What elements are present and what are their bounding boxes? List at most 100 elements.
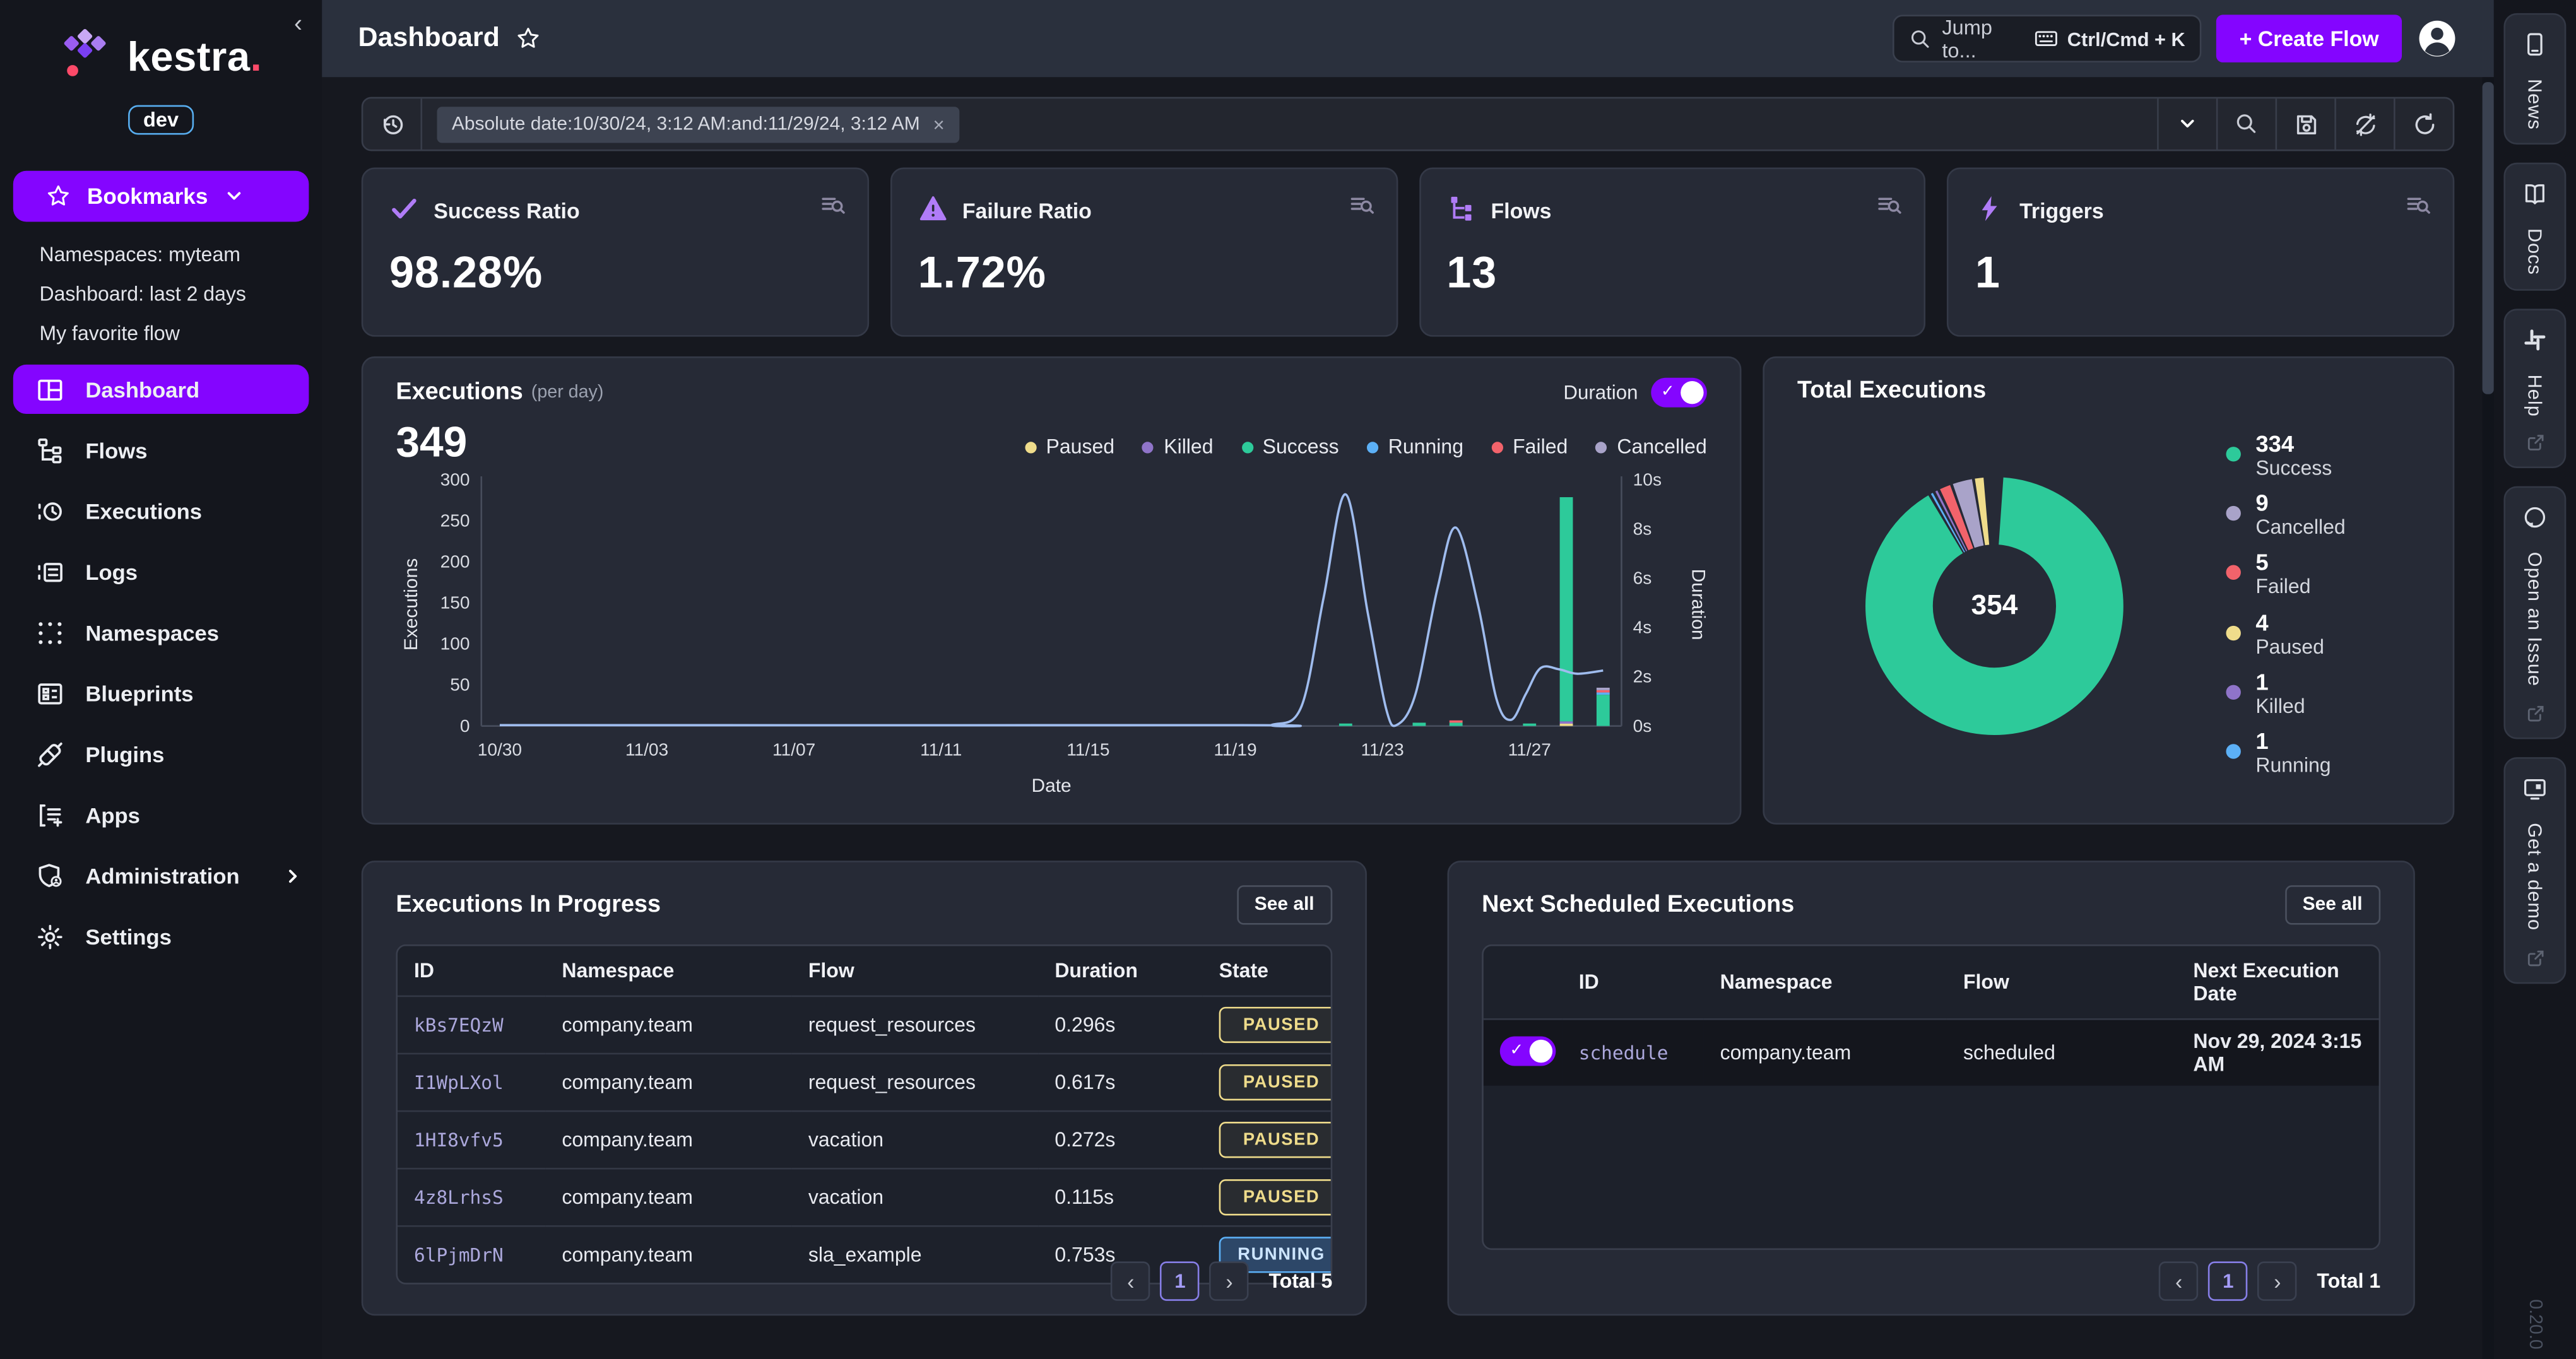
- prev-page-button[interactable]: ‹: [1111, 1261, 1150, 1300]
- table-row[interactable]: ✓schedulecompany.teamscheduledNov 29, 20…: [1484, 1019, 2379, 1085]
- filter-expand-button[interactable]: [2157, 98, 2216, 150]
- scrollbar-thumb[interactable]: [2483, 82, 2494, 394]
- page-number-button[interactable]: 1: [2209, 1261, 2248, 1300]
- stat-card-triggers[interactable]: Triggers1: [1947, 168, 2455, 337]
- next-page-button[interactable]: ›: [1210, 1261, 1249, 1300]
- bookmark-link-namespaces-myteam[interactable]: Namespaces: myteam: [39, 243, 322, 266]
- bookmark-link-my-favorite-flow[interactable]: My favorite flow: [39, 322, 322, 344]
- total-executions-legend: 334Success 9Cancelled 5Failed 4Paused 1Kille…: [2226, 430, 2419, 777]
- page-number-button[interactable]: 1: [1161, 1261, 1200, 1300]
- donut-legend-item-failed[interactable]: 5Failed: [2226, 549, 2419, 599]
- legend-item-killed[interactable]: Killed: [1142, 435, 1213, 458]
- list-search-icon[interactable]: [1877, 192, 1903, 219]
- sidebar-item-executions[interactable]: Executions: [13, 486, 309, 536]
- rail-button-get-a-demo[interactable]: Get a demo: [2503, 758, 2566, 984]
- search-icon: [1909, 27, 1932, 50]
- refresh-button[interactable]: [2394, 98, 2453, 150]
- execution-id-link[interactable]: 1HI8vfv5: [398, 1111, 545, 1168]
- rail-button-help[interactable]: Help: [2503, 308, 2566, 469]
- sidebar-item-settings[interactable]: Settings: [13, 912, 309, 961]
- rail-button-open-an-issue[interactable]: Open an Issue: [2503, 487, 2566, 740]
- filter-search-button[interactable]: [2216, 98, 2276, 150]
- legend-item-failed[interactable]: Failed: [1491, 435, 1568, 458]
- status-badge: PAUSED: [1219, 1179, 1333, 1215]
- stat-card-failure-ratio[interactable]: Failure Ratio1.72%: [890, 168, 1397, 337]
- next-page-button[interactable]: ›: [2258, 1261, 2297, 1300]
- chip-close-icon[interactable]: ×: [933, 112, 945, 135]
- trigger-id-cell[interactable]: schedule: [1563, 1019, 1704, 1085]
- rail-button-news[interactable]: News: [2503, 13, 2566, 145]
- list-search-icon[interactable]: [2405, 192, 2431, 219]
- favorite-star-icon[interactable]: [516, 26, 541, 51]
- donut-legend-item-success[interactable]: 334Success: [2226, 430, 2419, 480]
- sidebar-item-plugins[interactable]: Plugins: [13, 729, 309, 779]
- stat-card-flows[interactable]: Flows13: [1419, 168, 1926, 337]
- prev-page-button[interactable]: ‹: [2159, 1261, 2198, 1300]
- donut-legend-item-cancelled[interactable]: 9Cancelled: [2226, 490, 2419, 539]
- table-row[interactable]: kBs7EQzWcompany.teamrequest_resources0.2…: [398, 996, 1331, 1054]
- in-progress-see-all-button[interactable]: See all: [1236, 885, 1332, 924]
- svg-text:11/27: 11/27: [1508, 740, 1551, 760]
- execution-id-link[interactable]: 4z8LrhsS: [398, 1168, 545, 1226]
- auto-refresh-off-button[interactable]: [2334, 98, 2394, 150]
- donut-legend-item-killed[interactable]: 1Killed: [2226, 668, 2419, 718]
- sidebar-item-apps[interactable]: Apps: [13, 790, 309, 839]
- bookmarks-button[interactable]: Bookmarks: [13, 171, 309, 222]
- filter-history-button[interactable]: [363, 98, 422, 150]
- table-row[interactable]: I1WpLXolcompany.teamrequest_resources0.6…: [398, 1054, 1331, 1111]
- sidebar-item-logs[interactable]: Logs: [13, 547, 309, 596]
- administration-icon: [35, 861, 64, 889]
- table-row[interactable]: 1HI8vfv5company.teamvacation0.272sPAUSED: [398, 1111, 1331, 1168]
- flows-icon: [35, 436, 64, 464]
- legend-dot: [2226, 506, 2240, 521]
- date-filter-chip[interactable]: Absolute date:10/30/24, 3:12 AM:and:11/2…: [437, 106, 959, 142]
- svg-text:11/03: 11/03: [625, 740, 668, 760]
- legend-dot: [2226, 625, 2240, 640]
- legend-item-success[interactable]: Success: [1241, 435, 1339, 458]
- create-flow-button[interactable]: + Create Flow: [2216, 15, 2402, 62]
- search-input[interactable]: Jump to... Ctrl/Cmd + K: [1893, 15, 2201, 62]
- list-search-icon[interactable]: [1348, 192, 1374, 219]
- bookmark-link-dashboard-last-2-days[interactable]: Dashboard: last 2 days: [39, 283, 322, 305]
- duration-toggle[interactable]: ✓: [1651, 378, 1707, 408]
- filter-save-button[interactable]: [2276, 98, 2335, 150]
- sidebar-item-administration[interactable]: Administration: [13, 851, 309, 900]
- donut-legend-item-running[interactable]: 1Running: [2226, 727, 2419, 777]
- executions-icon: [35, 497, 64, 524]
- execution-id-link[interactable]: I1WpLXol: [398, 1054, 545, 1111]
- sidebar-item-namespaces[interactable]: Namespaces: [13, 608, 309, 657]
- svg-text:0: 0: [460, 716, 470, 736]
- column-header-state: State: [1203, 946, 1331, 996]
- execution-id-link[interactable]: kBs7EQzW: [398, 996, 545, 1054]
- logo-word: kestra: [127, 35, 251, 81]
- rail-button-docs[interactable]: Docs: [2503, 163, 2566, 290]
- row-enabled-toggle[interactable]: ✓: [1500, 1035, 1556, 1065]
- scheduled-see-all-button[interactable]: See all: [2284, 885, 2380, 924]
- sidebar-item-dashboard[interactable]: Dashboard: [13, 365, 309, 414]
- table-row[interactable]: 4z8LrhsScompany.teamvacation0.115sPAUSED: [398, 1168, 1331, 1226]
- stat-card-success-ratio[interactable]: Success Ratio98.28%: [362, 168, 869, 337]
- sidebar-collapse-icon[interactable]: ‹: [294, 10, 302, 38]
- flow-cell: scheduled: [1947, 1019, 2177, 1085]
- shortcut-label: Ctrl/Cmd + K: [2067, 27, 2185, 50]
- kestra-logo[interactable]: kestra.: [0, 26, 322, 91]
- kestra-logo-text: kestra.: [127, 38, 263, 79]
- sidebar-item-flows[interactable]: Flows: [13, 425, 309, 474]
- execution-id-link[interactable]: 6lPjmDrN: [398, 1226, 545, 1283]
- in-progress-table: IDNamespaceFlowDurationStatekBs7EQzWcomp…: [398, 946, 1331, 1283]
- donut-legend-item-paused[interactable]: 4Paused: [2226, 609, 2419, 659]
- table-body: kBs7EQzWcompany.teamrequest_resources0.2…: [398, 996, 1331, 1283]
- user-avatar[interactable]: [2416, 18, 2457, 59]
- in-progress-table-panel: IDNamespaceFlowDurationStatekBs7EQzWcomp…: [396, 944, 1332, 1285]
- legend-item-running[interactable]: Running: [1367, 435, 1463, 458]
- filter-chip-area[interactable]: Absolute date:10/30/24, 3:12 AM:and:11/2…: [422, 98, 2157, 150]
- legend-item-cancelled[interactable]: Cancelled: [1596, 435, 1707, 458]
- list-search-icon[interactable]: [819, 192, 846, 219]
- sidebar-item-blueprints[interactable]: Blueprints: [13, 669, 309, 718]
- legend-dot: [2226, 447, 2240, 461]
- scrollbar-track[interactable]: [2483, 77, 2494, 1359]
- legend-item-paused[interactable]: Paused: [1025, 435, 1114, 458]
- page-title: Dashboard: [358, 23, 500, 54]
- left-sidebar: ‹ kestra. dev Bookmarks Namespaces: myte…: [0, 0, 322, 1359]
- table-header-row: IDNamespaceFlowDurationState: [398, 946, 1331, 996]
